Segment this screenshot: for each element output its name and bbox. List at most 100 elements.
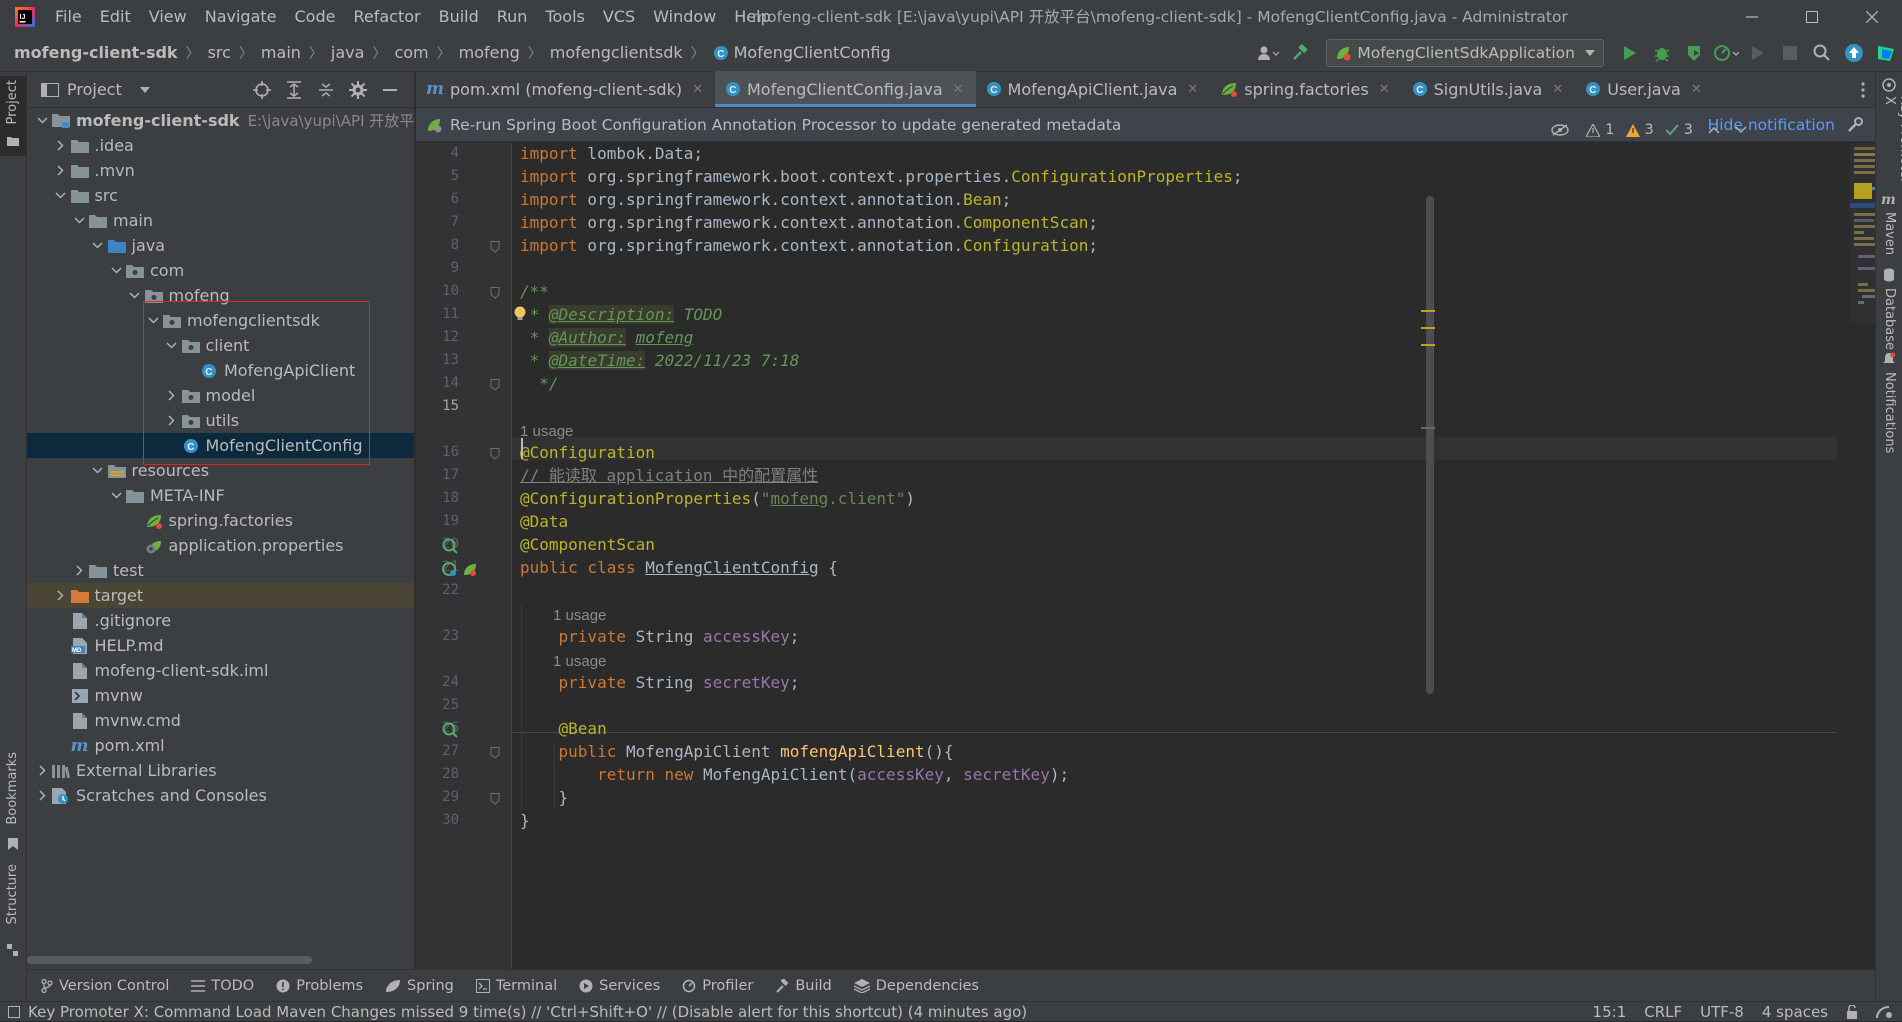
line-number[interactable]: 14 [419,375,459,391]
more-vertical-icon[interactable] [1861,82,1865,98]
update-icon[interactable] [1838,37,1870,69]
code-line[interactable]: } [520,787,569,809]
warning-marker[interactable] [1421,327,1435,329]
code-line[interactable]: public class MofengClientConfig { [520,557,838,579]
line-number[interactable]: 19 [419,513,459,529]
info-marker[interactable] [1421,427,1435,429]
minimize-button[interactable] [1722,0,1782,34]
warning-marker[interactable] [1421,310,1435,312]
tree-node[interactable]: client [27,333,414,358]
line-number[interactable]: 8 [419,237,459,253]
tree-node[interactable]: test [27,558,414,583]
collapse-all-icon[interactable] [310,74,342,106]
chevron-right-icon[interactable] [33,790,51,801]
chevron-down-icon[interactable] [89,467,107,474]
code-line[interactable]: public MofengApiClient mofengApiClient()… [520,741,954,763]
code-line[interactable]: * @Author: mofeng [520,327,693,349]
status-message[interactable]: Key Promoter X: Command Load Maven Chang… [28,1003,1027,1021]
tree-node[interactable]: java [27,233,414,258]
inspection-widget[interactable]: 1 3 3 [1551,122,1747,138]
tool-window-todo[interactable]: TODO [191,978,254,994]
menu-edit[interactable]: Edit [91,0,140,34]
select-opened-file-icon[interactable] [246,74,278,106]
code-line[interactable]: */ [520,373,558,395]
line-number[interactable]: 6 [419,191,459,207]
project-tool-button[interactable]: Project [0,76,26,156]
lock-open-icon[interactable] [1846,1005,1858,1019]
chevron-down-icon[interactable] [139,86,150,93]
fold-icon[interactable] [490,287,500,299]
chevron-down-icon[interactable] [144,317,162,324]
tree-node[interactable]: Scratches and Consoles [27,783,414,808]
line-number[interactable]: 30 [419,812,459,828]
editor-tab[interactable]: spring.factories ✕ [1210,71,1401,107]
breadcrumb-item[interactable]: mofeng [459,43,520,62]
chevron-down-icon[interactable] [33,117,51,124]
structure-tool-button[interactable]: Structure [0,864,26,956]
breadcrumb-item[interactable]: mofeng-client-sdk [14,43,178,62]
tree-node[interactable]: .idea [27,133,414,158]
editor-tab[interactable]: m pom.xml (mofeng-client-sdk) ✕ [416,71,715,107]
tree-node[interactable]: C MofengApiClient [27,358,414,383]
editor-tab[interactable]: C SignUtils.java ✕ [1402,71,1576,107]
line-number[interactable]: 15 [419,398,459,414]
run-configuration-select[interactable]: MofengClientSdkApplication [1326,39,1604,67]
code-line[interactable]: @ComponentScan [520,534,655,556]
chevron-down-icon[interactable] [1735,126,1747,134]
menu-navigate[interactable]: Navigate [196,0,286,34]
fold-icon[interactable] [490,793,500,805]
tree-node[interactable]: model [27,383,414,408]
breadcrumb-item[interactable]: C MofengClientConfig [713,43,891,62]
breadcrumb-item[interactable]: com [394,43,428,62]
menu-refactor[interactable]: Refactor [344,0,429,34]
file-encoding[interactable]: UTF-8 [1700,1003,1744,1021]
tree-node[interactable]: mofengclientsdk [27,308,414,333]
notifications-tool-button[interactable]: Notifications [1876,352,1902,462]
close-icon[interactable]: ✕ [1691,82,1702,97]
close-window-button[interactable] [1842,0,1902,34]
close-icon[interactable]: ✕ [1187,82,1198,97]
database-tool-button[interactable]: Database [1876,268,1902,358]
tree-node[interactable]: src [27,183,414,208]
toolbox-icon[interactable] [1870,37,1902,69]
code-line[interactable]: * @DateTime: 2022/11/23 7:18 [520,350,799,372]
code-line[interactable]: import org.springframework.boot.context.… [520,166,1242,188]
hide-panel-icon[interactable] [374,74,406,106]
tree-node[interactable]: target [27,583,414,608]
line-number[interactable]: 5 [419,168,459,184]
code-line[interactable]: private String secretKey; [520,672,800,694]
code-line[interactable]: import org.springframework.context.annot… [520,235,1098,257]
tool-window-version-control[interactable]: Version Control [41,978,169,994]
tree-node[interactable]: utils [27,408,414,433]
menu-code[interactable]: Code [286,0,345,34]
line-number[interactable]: 11 [419,306,459,322]
line-number[interactable]: 12 [419,329,459,345]
close-icon[interactable]: ✕ [1552,82,1563,97]
usage-inlay-hint[interactable]: 1 usage [553,605,606,627]
tree-node[interactable]: resources [27,458,414,483]
code-line[interactable]: private String accessKey; [520,626,800,648]
chevron-right-icon[interactable] [52,140,70,151]
menu-window[interactable]: Window [644,0,725,34]
bookmarks-tool-button[interactable]: Bookmarks [0,752,26,850]
memory-indicator-icon[interactable] [1876,1005,1892,1019]
chevron-down-icon[interactable] [107,267,125,274]
build-hammer-icon[interactable] [1284,37,1316,69]
menu-view[interactable]: View [140,0,196,34]
breadcrumb-item[interactable]: mofengclientsdk [550,43,683,62]
code-line[interactable]: * @Description: TODO [520,304,722,326]
eye-crossed-icon[interactable] [1551,124,1569,136]
chevron-down-icon[interactable] [52,192,70,199]
tool-window-spring[interactable]: Spring [385,978,454,994]
bean-search-gutter-icon[interactable] [442,538,458,554]
menu-build[interactable]: Build [430,0,488,34]
profile-icon[interactable] [1710,37,1742,69]
chevron-right-icon[interactable] [70,565,88,576]
menu-file[interactable]: File [46,0,91,34]
line-number[interactable]: 16 [419,444,459,460]
line-number[interactable]: 7 [419,214,459,230]
editor-tab[interactable]: C User.java ✕ [1575,71,1714,107]
tree-node[interactable]: spring.factories [27,508,414,533]
line-separator[interactable]: CRLF [1644,1003,1682,1021]
expand-all-icon[interactable] [278,74,310,106]
